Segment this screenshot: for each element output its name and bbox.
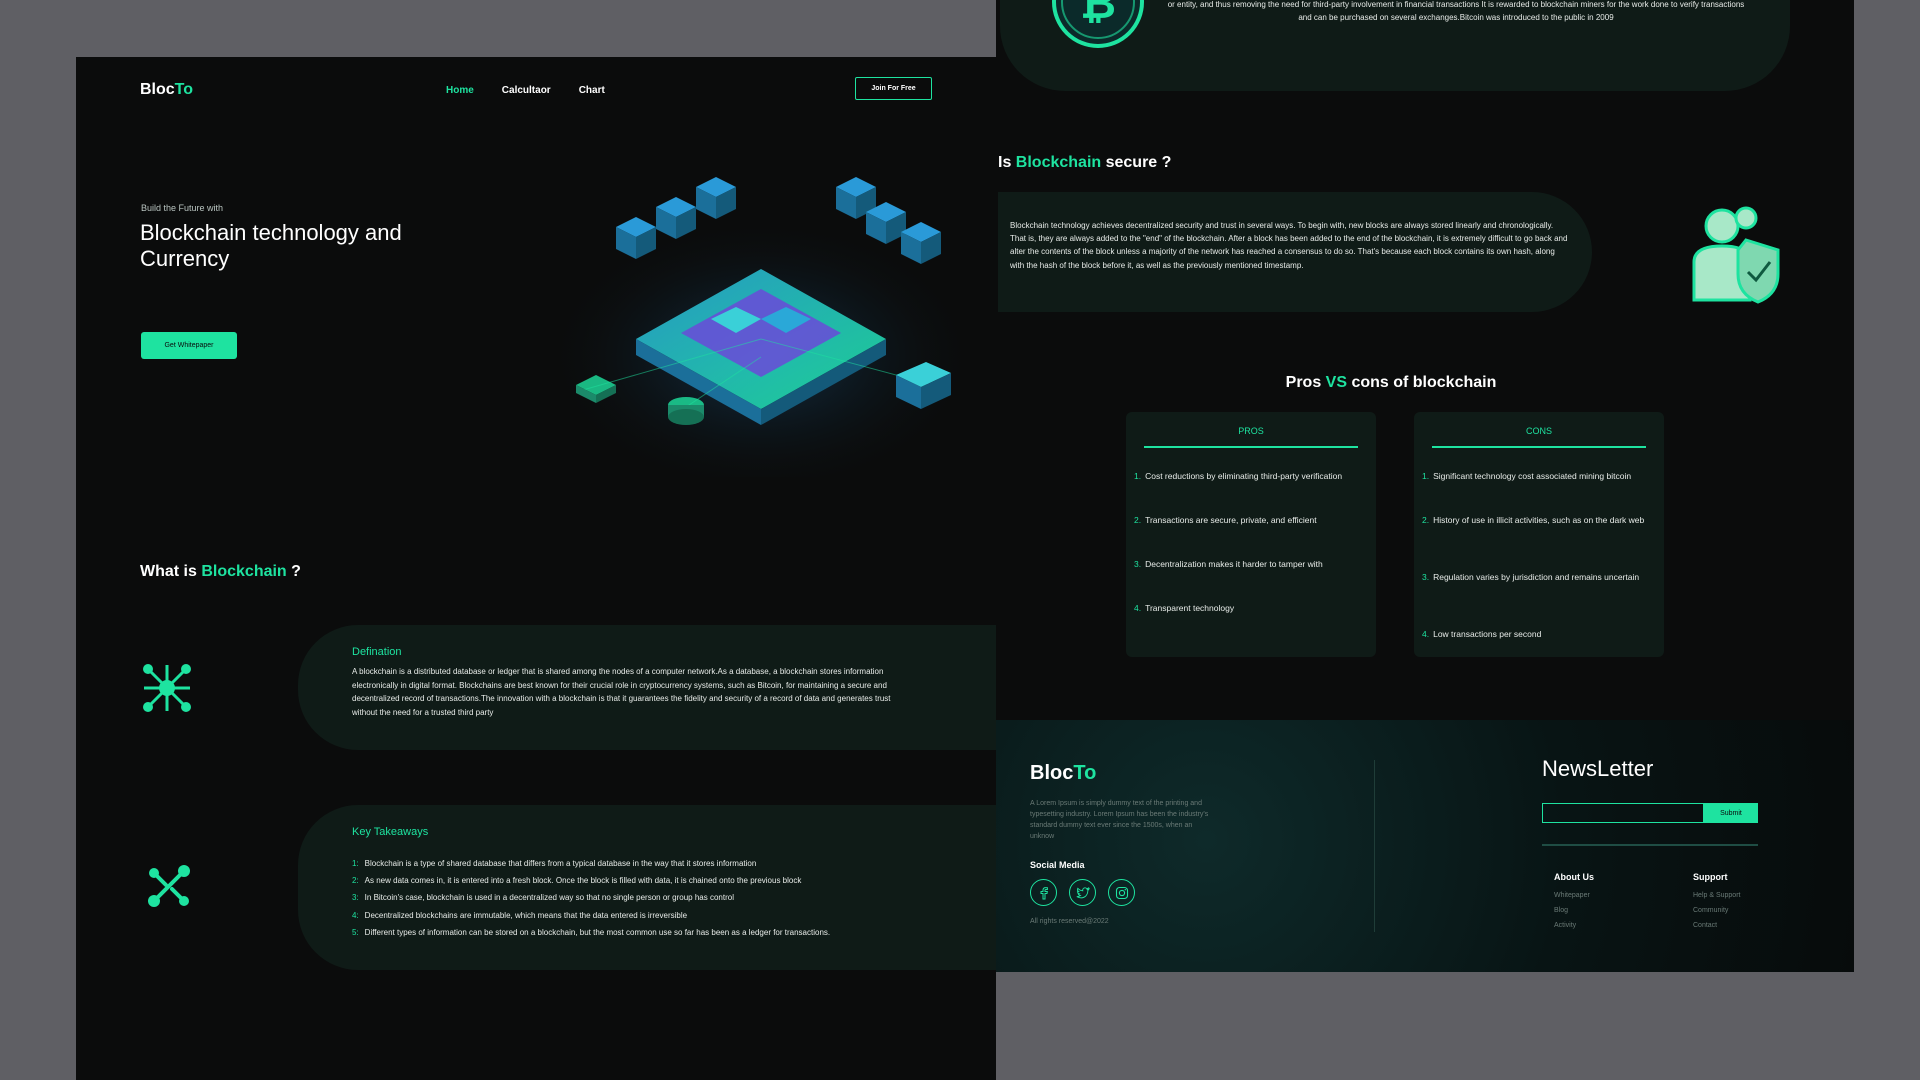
bitcoin-coin-icon: ₿ [1052,0,1144,48]
definition-heading: Defination [352,646,402,658]
newsletter-heading: NewsLetter [1542,756,1654,781]
twitter-icon[interactable] [1069,879,1096,906]
pros-card: PROS 1. Cost reductions by eliminating th… [1126,412,1376,657]
footer-link-blog[interactable]: Blog [1554,903,1594,918]
definition-text: A blockchain is a distributed database o… [352,667,891,717]
key-takeaways-card: Key Takeaways 1: Blockchain is a type of … [298,805,996,970]
social-icons [1030,879,1135,906]
key-takeaways-heading: Key Takeaways [352,826,429,838]
list-item: 5: Different types of information can be … [352,927,831,937]
is-blockchain-secure-title: Is Blockchain secure ? [998,154,1172,171]
nav-links: Home Calcultaor Chart [446,85,605,96]
instagram-icon[interactable] [1108,879,1135,906]
shield-person-icon [1692,206,1780,304]
blockchain-illustration [541,177,981,477]
newsletter-submit-button[interactable]: Submit [1704,803,1758,823]
copyright-text: All rights reserved@2022 [1030,918,1109,925]
list-item: 1: Blockchain is a type of shared databas… [352,859,757,868]
landing-page-right: ₿ or entity, and thus removing the need … [996,0,1854,972]
about-us-column: About Us Whitepaper Blog Activity [1554,872,1594,933]
get-whitepaper-button[interactable]: Get Whitepaper [141,332,237,359]
list-item: 1. Cost reductions by eliminating third-p… [1134,471,1343,481]
hero-subtitle: Build the Future with [141,203,224,213]
footer-description: A Lorem Ipsum is simply dummy text of th… [1030,800,1209,840]
footer-logo[interactable]: BlocTo [1030,762,1096,785]
join-button[interactable]: Join For Free [855,77,932,100]
landing-page-left: BlocTo Home Calcultaor Chart Join For Fr… [76,57,996,1080]
definition-card: Defination A blockchain is a distributed… [298,625,996,750]
facebook-icon[interactable] [1030,879,1057,906]
svg-text:₿: ₿ [1080,0,1116,28]
bitcoin-card: ₿ or entity, and thus removing the need … [1000,0,1790,91]
list-item: 2. History of use in illicit activities, … [1422,515,1645,525]
list-item: 4. Low transactions per second [1422,629,1542,639]
footer: BlocTo A Lorem Ipsum is simply dummy tex… [996,720,1854,972]
list-item: 3. Decentralization makes it harder to ta… [1134,559,1323,569]
list-item: 3: In Bitcoin's case, blockchain is used … [352,893,734,903]
support-heading: Support [1693,872,1728,882]
cons-card: CONS 1. Significant technology cost assoc… [1414,412,1664,657]
list-item: 4. Transparent technology [1134,603,1235,613]
footer-link-whitepaper[interactable]: Whitepaper [1554,888,1594,903]
top-navbar: BlocTo Home Calcultaor Chart Join For Fr… [140,77,932,107]
list-item: 2: As new data comes in, it is entered in… [352,876,802,886]
support-column: Support Help & Support Community Contact [1693,872,1740,933]
security-card: Blockchain technology achieves decentral… [998,192,1592,312]
list-item: 2. Transactions are secure, private, and … [1134,515,1317,525]
footer-link-activity[interactable]: Activity [1554,918,1594,933]
security-text: Blockchain technology achieves decentral… [1010,221,1568,270]
logo-accent: To [174,81,194,98]
newsletter-divider [1542,844,1758,846]
what-is-blockchain-title: What is Blockchain ? [140,563,301,580]
cons-heading: CONS [1432,426,1646,448]
footer-link-contact[interactable]: Contact [1693,918,1740,933]
footer-link-community[interactable]: Community [1693,903,1740,918]
pros-vs-cons-title: Pros VS cons of blockchain [1285,374,1497,391]
social-media-heading: Social Media [1030,860,1085,870]
key-takeaways-list: 1: Blockchain is a type of shared databas… [352,855,830,941]
logo[interactable]: BlocTo [140,81,193,99]
footer-divider [1374,760,1375,932]
nav-calculator[interactable]: Calcultaor [502,85,551,96]
nav-chart[interactable]: Chart [579,85,605,96]
list-item: 3. Regulation varies by jurisdiction and … [1422,572,1640,582]
nav-home[interactable]: Home [446,85,474,96]
list-item: 1. Significant technology cost associated… [1422,471,1632,481]
about-us-heading: About Us [1554,872,1594,882]
pros-heading: PROS [1144,426,1358,448]
bitcoin-text: or entity, and thus removing the need fo… [1167,0,1745,22]
logo-text: Bloc [140,81,175,98]
link-nodes-icon [148,865,190,907]
list-item: 4: Decentralized blockchains are immutabl… [352,910,688,920]
hero-title: Blockchain technology and Currency [140,220,402,271]
footer-link-help-support[interactable]: Help & Support [1693,888,1740,903]
newsletter-email-input[interactable] [1542,803,1704,823]
network-icon [143,664,191,712]
